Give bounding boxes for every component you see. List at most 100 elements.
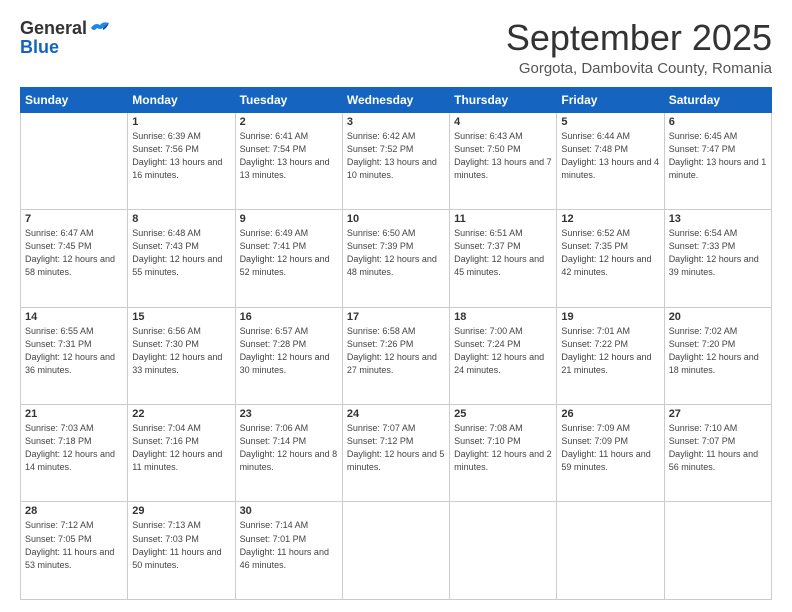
calendar-cell: 25 Sunrise: 7:08 AMSunset: 7:10 PMDayligh… [450, 405, 557, 502]
day-number: 1 [132, 116, 230, 128]
calendar-cell: 5Sunrise: 6:44 AMSunset: 7:48 PMDaylight… [557, 112, 664, 209]
calendar-cell: 23 Sunrise: 7:06 AMSunset: 7:14 PMDayligh… [235, 405, 342, 502]
day-number: 10 [347, 213, 445, 225]
day-info: Sunrise: 6:56 AMSunset: 7:30 PMDaylight:… [132, 325, 230, 377]
calendar-cell: 1 Sunrise: 6:39 AMSunset: 7:56 PMDaylight… [128, 112, 235, 209]
weekday-monday: Monday [128, 87, 235, 112]
logo-blue: Blue [20, 37, 59, 58]
week-row-5: 28 Sunrise: 7:12 AMSunset: 7:05 PMDayligh… [21, 502, 772, 600]
day-number: 8 [132, 213, 230, 225]
day-info: Sunrise: 6:55 AMSunset: 7:31 PMDaylight:… [25, 325, 123, 377]
day-info: Sunrise: 7:09 AMSunset: 7:09 PMDaylight:… [561, 422, 659, 474]
week-row-1: 1 Sunrise: 6:39 AMSunset: 7:56 PMDaylight… [21, 112, 772, 209]
day-number: 7 [25, 213, 123, 225]
calendar-cell: 27 Sunrise: 7:10 AMSunset: 7:07 PMDayligh… [664, 405, 771, 502]
week-row-3: 14 Sunrise: 6:55 AMSunset: 7:31 PMDayligh… [21, 307, 772, 404]
day-number: 21 [25, 408, 123, 420]
day-info: Sunrise: 7:03 AMSunset: 7:18 PMDaylight:… [25, 422, 123, 474]
calendar-cell [664, 502, 771, 600]
calendar-cell: 6 Sunrise: 6:45 AMSunset: 7:47 PMDaylight… [664, 112, 771, 209]
day-info: Sunrise: 6:58 AMSunset: 7:26 PMDaylight:… [347, 325, 445, 377]
day-info: Sunrise: 7:07 AMSunset: 7:12 PMDaylight:… [347, 422, 445, 474]
day-number: 27 [669, 408, 767, 420]
calendar-cell [557, 502, 664, 600]
day-number: 22 [132, 408, 230, 420]
calendar-cell: 13 Sunrise: 6:54 AMSunset: 7:33 PMDayligh… [664, 210, 771, 307]
month-title: September 2025 [506, 18, 772, 58]
day-info: Sunrise: 6:44 AMSunset: 7:48 PMDaylight:… [561, 130, 659, 182]
title-block: September 2025 Gorgota, Dambovita County… [506, 18, 772, 77]
calendar-cell: 19Sunrise: 7:01 AMSunset: 7:22 PMDayligh… [557, 307, 664, 404]
weekday-friday: Friday [557, 87, 664, 112]
calendar-cell: 12 Sunrise: 6:52 AMSunset: 7:35 PMDayligh… [557, 210, 664, 307]
day-number: 15 [132, 311, 230, 323]
calendar-cell: 14 Sunrise: 6:55 AMSunset: 7:31 PMDayligh… [21, 307, 128, 404]
day-info: Sunrise: 7:01 AMSunset: 7:22 PMDaylight:… [561, 325, 659, 377]
calendar-cell: 21 Sunrise: 7:03 AMSunset: 7:18 PMDayligh… [21, 405, 128, 502]
day-number: 3 [347, 116, 445, 128]
day-number: 16 [240, 311, 338, 323]
day-info: Sunrise: 7:13 AMSunset: 7:03 PMDaylight:… [132, 519, 230, 571]
calendar-table: SundayMondayTuesdayWednesdayThursdayFrid… [20, 87, 772, 600]
calendar-cell: 30Sunrise: 7:14 AMSunset: 7:01 PMDayligh… [235, 502, 342, 600]
calendar-cell: 22Sunrise: 7:04 AMSunset: 7:16 PMDayligh… [128, 405, 235, 502]
day-info: Sunrise: 7:00 AMSunset: 7:24 PMDaylight:… [454, 325, 552, 377]
calendar-cell: 2Sunrise: 6:41 AMSunset: 7:54 PMDaylight… [235, 112, 342, 209]
calendar-cell [450, 502, 557, 600]
day-info: Sunrise: 6:39 AMSunset: 7:56 PMDaylight:… [132, 130, 230, 182]
day-number: 11 [454, 213, 552, 225]
day-number: 26 [561, 408, 659, 420]
day-number: 25 [454, 408, 552, 420]
week-row-4: 21 Sunrise: 7:03 AMSunset: 7:18 PMDayligh… [21, 405, 772, 502]
day-number: 18 [454, 311, 552, 323]
day-number: 4 [454, 116, 552, 128]
day-info: Sunrise: 6:57 AMSunset: 7:28 PMDaylight:… [240, 325, 338, 377]
day-number: 28 [25, 505, 123, 517]
day-info: Sunrise: 6:42 AMSunset: 7:52 PMDaylight:… [347, 130, 445, 182]
day-info: Sunrise: 6:47 AMSunset: 7:45 PMDaylight:… [25, 227, 123, 279]
weekday-thursday: Thursday [450, 87, 557, 112]
week-row-2: 7 Sunrise: 6:47 AMSunset: 7:45 PMDaylight… [21, 210, 772, 307]
day-number: 24 [347, 408, 445, 420]
day-number: 6 [669, 116, 767, 128]
calendar-cell: 18 Sunrise: 7:00 AMSunset: 7:24 PMDayligh… [450, 307, 557, 404]
calendar-cell: 7 Sunrise: 6:47 AMSunset: 7:45 PMDaylight… [21, 210, 128, 307]
day-number: 13 [669, 213, 767, 225]
calendar-cell: 15 Sunrise: 6:56 AMSunset: 7:30 PMDayligh… [128, 307, 235, 404]
calendar-cell: 16 Sunrise: 6:57 AMSunset: 7:28 PMDayligh… [235, 307, 342, 404]
day-number: 2 [240, 116, 338, 128]
day-info: Sunrise: 7:10 AMSunset: 7:07 PMDaylight:… [669, 422, 767, 474]
calendar-cell: 9Sunrise: 6:49 AMSunset: 7:41 PMDaylight… [235, 210, 342, 307]
day-number: 29 [132, 505, 230, 517]
calendar-cell [21, 112, 128, 209]
day-info: Sunrise: 7:12 AMSunset: 7:05 PMDaylight:… [25, 519, 123, 571]
day-info: Sunrise: 6:48 AMSunset: 7:43 PMDaylight:… [132, 227, 230, 279]
calendar-cell: 20Sunrise: 7:02 AMSunset: 7:20 PMDayligh… [664, 307, 771, 404]
page: General Blue September 2025 Gorgota, Dam… [0, 0, 792, 612]
day-info: Sunrise: 6:52 AMSunset: 7:35 PMDaylight:… [561, 227, 659, 279]
location: Gorgota, Dambovita County, Romania [506, 60, 772, 77]
day-info: Sunrise: 7:06 AMSunset: 7:14 PMDaylight:… [240, 422, 338, 474]
day-info: Sunrise: 7:08 AMSunset: 7:10 PMDaylight:… [454, 422, 552, 474]
day-number: 17 [347, 311, 445, 323]
calendar-cell: 4Sunrise: 6:43 AMSunset: 7:50 PMDaylight… [450, 112, 557, 209]
day-number: 30 [240, 505, 338, 517]
day-number: 14 [25, 311, 123, 323]
day-info: Sunrise: 6:45 AMSunset: 7:47 PMDaylight:… [669, 130, 767, 182]
day-number: 23 [240, 408, 338, 420]
calendar-cell: 8 Sunrise: 6:48 AMSunset: 7:43 PMDaylight… [128, 210, 235, 307]
day-info: Sunrise: 6:50 AMSunset: 7:39 PMDaylight:… [347, 227, 445, 279]
weekday-header-row: SundayMondayTuesdayWednesdayThursdayFrid… [21, 87, 772, 112]
weekday-saturday: Saturday [664, 87, 771, 112]
day-number: 20 [669, 311, 767, 323]
calendar-cell: 10 Sunrise: 6:50 AMSunset: 7:39 PMDayligh… [342, 210, 449, 307]
calendar-cell: 29 Sunrise: 7:13 AMSunset: 7:03 PMDayligh… [128, 502, 235, 600]
calendar-cell: 17 Sunrise: 6:58 AMSunset: 7:26 PMDayligh… [342, 307, 449, 404]
day-info: Sunrise: 6:54 AMSunset: 7:33 PMDaylight:… [669, 227, 767, 279]
logo: General Blue [20, 18, 111, 58]
calendar-cell: 3 Sunrise: 6:42 AMSunset: 7:52 PMDaylight… [342, 112, 449, 209]
header: General Blue September 2025 Gorgota, Dam… [20, 18, 772, 77]
calendar-cell: 28 Sunrise: 7:12 AMSunset: 7:05 PMDayligh… [21, 502, 128, 600]
day-number: 12 [561, 213, 659, 225]
calendar-cell [342, 502, 449, 600]
